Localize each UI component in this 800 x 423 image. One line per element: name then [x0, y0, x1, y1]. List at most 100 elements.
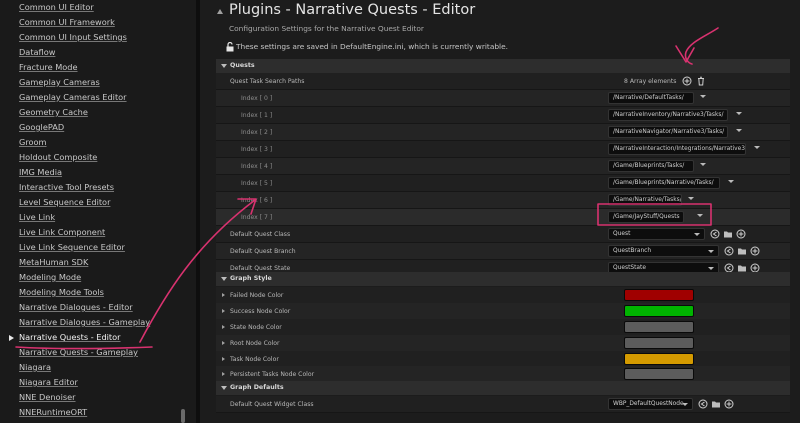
index-label: Index [ 5 ] — [241, 180, 273, 187]
expand-arrow-icon[interactable] — [222, 372, 225, 376]
color-swatch[interactable] — [624, 337, 694, 349]
use-selected-icon[interactable] — [698, 399, 708, 409]
sidebar-item[interactable]: Fracture Mode — [19, 62, 78, 72]
index-label: Index [ 0 ] — [241, 95, 273, 102]
sidebar-item[interactable]: Common UI Framework — [19, 17, 115, 27]
sidebar-item[interactable]: Level Sequence Editor — [19, 197, 110, 207]
sidebar-item[interactable]: Common UI Editor — [19, 2, 94, 12]
sidebar-item[interactable]: Live Link — [19, 212, 55, 222]
sidebar-item[interactable]: NNE Denoiser — [19, 392, 76, 402]
color-swatch[interactable] — [624, 353, 694, 365]
sidebar-item[interactable]: Live Link Component — [19, 227, 105, 237]
color-swatch[interactable] — [624, 368, 694, 380]
sidebar-item[interactable]: Gameplay Cameras Editor — [19, 92, 127, 102]
sidebar-item[interactable]: Narrative Dialogues - Editor — [19, 302, 133, 312]
chevron-down-icon — [708, 250, 714, 253]
chevron-down-icon[interactable] — [754, 146, 760, 149]
section-graph-defaults[interactable]: Graph Defaults — [216, 381, 790, 395]
selected-arrow-icon — [9, 335, 14, 341]
chevron-down-icon[interactable] — [688, 197, 694, 200]
class-picker[interactable]: Quest — [608, 228, 705, 240]
browse-folder-icon[interactable] — [737, 246, 747, 256]
class-picker-value: QuestBranch — [613, 248, 652, 254]
array-element-row: Index [ 5 ] /Game/Blueprints/Narrative/T… — [216, 175, 790, 192]
path-field[interactable]: /NarrativeInteraction/Integrations/Narra… — [608, 143, 746, 155]
sidebar-item[interactable]: Groom — [19, 137, 47, 147]
chevron-down-icon[interactable] — [736, 129, 742, 132]
sidebar-item[interactable]: Niagara — [19, 362, 51, 372]
add-new-icon[interactable] — [736, 229, 746, 239]
array-count: 8 Array elements — [624, 78, 677, 85]
sidebar-item[interactable]: Interactive Tool Presets — [19, 182, 114, 192]
class-picker[interactable]: QuestBranch — [608, 245, 719, 257]
path-field[interactable]: /Game/Blueprints/Narrative/Tasks/ — [608, 177, 720, 189]
sidebar-item[interactable]: Live Link Sequence Editor — [19, 242, 125, 252]
settings-panel: Plugins - Narrative Quests - Editor Conf… — [200, 0, 800, 423]
use-selected-icon[interactable] — [710, 229, 720, 239]
section-label: Graph Defaults — [230, 384, 284, 391]
sidebar-item[interactable]: Narrative Dialogues - Gameplay — [19, 317, 150, 327]
sidebar-item[interactable]: NNERuntimeORT — [19, 407, 87, 417]
sidebar-item[interactable]: Gameplay Cameras — [19, 77, 100, 87]
collapse-arrow-icon[interactable] — [217, 9, 223, 14]
property-label: Default Quest Branch — [230, 248, 296, 255]
expand-arrow-icon — [221, 386, 227, 390]
expand-arrow-icon[interactable] — [222, 357, 225, 361]
add-new-icon[interactable] — [724, 399, 734, 409]
section-label: Quests — [230, 62, 255, 69]
property-label: Root Node Color — [230, 340, 280, 347]
add-element-icon[interactable] — [682, 76, 692, 86]
section-quests[interactable]: Quests — [216, 59, 790, 73]
color-swatch[interactable] — [624, 321, 694, 333]
class-picker-value: WBP_DefaultQuestNode — [613, 401, 684, 407]
expand-arrow-icon[interactable] — [222, 309, 225, 313]
index-label: Index [ 4 ] — [241, 163, 273, 170]
sidebar-item[interactable]: Modeling Mode — [19, 272, 81, 282]
expand-arrow-icon[interactable] — [222, 293, 225, 297]
trash-icon[interactable] — [696, 76, 706, 86]
index-label: Index [ 6 ] — [241, 197, 273, 204]
color-row: Failed Node Color — [216, 287, 790, 304]
path-field[interactable]: /Game/Narrative/Tasks/ — [608, 194, 682, 206]
default-quest-widget-row: Default Quest Widget Class WBP_DefaultQu… — [216, 396, 790, 413]
index-label: Index [ 7 ] — [241, 214, 273, 221]
color-swatch[interactable] — [624, 305, 694, 317]
chevron-down-icon[interactable] — [700, 95, 706, 98]
path-field[interactable]: /Game/Blueprints/Tasks/ — [608, 160, 694, 172]
sidebar-item[interactable]: Niagara Editor — [19, 377, 78, 387]
path-field[interactable]: /Narrative/DefaultTasks/ — [608, 92, 694, 104]
property-label: Quest Task Search Paths — [230, 78, 305, 85]
class-picker[interactable]: WBP_DefaultQuestNode — [608, 398, 693, 410]
expand-arrow-icon[interactable] — [222, 325, 225, 329]
sidebar-scrollbar[interactable] — [181, 409, 185, 423]
sidebar-item-narrative-quests-editor[interactable]: Narrative Quests - Editor — [19, 332, 121, 342]
sidebar-item[interactable]: Geometry Cache — [19, 107, 88, 117]
color-swatch[interactable] — [624, 289, 694, 301]
sidebar-item[interactable]: Dataflow — [19, 47, 55, 57]
array-element-row: Index [ 6 ] /Game/Narrative/Tasks/ — [216, 192, 790, 209]
browse-folder-icon[interactable] — [711, 399, 721, 409]
array-element-row: Index [ 0 ] /Narrative/DefaultTasks/ — [216, 90, 790, 107]
sidebar-item[interactable]: Modeling Mode Tools — [19, 287, 104, 297]
chevron-down-icon[interactable] — [728, 180, 734, 183]
path-field[interactable]: /NarrativeNavigator/Narrative3/Tasks/ — [608, 126, 728, 138]
expand-arrow-icon[interactable] — [222, 341, 225, 345]
chevron-down-icon[interactable] — [700, 163, 706, 166]
sidebar-item[interactable]: IMG Media — [19, 167, 62, 177]
property-label: Default Quest Class — [230, 231, 291, 238]
sidebar-item[interactable]: Narrative Quests - Gameplay — [19, 347, 138, 357]
path-field[interactable]: /Game/JayStuff/Quests — [608, 211, 684, 223]
property-label: Failed Node Color — [230, 292, 284, 299]
path-field[interactable]: /NarrativeInventory/Narrative3/Tasks/ — [608, 109, 728, 121]
use-selected-icon[interactable] — [724, 246, 734, 256]
expand-arrow-icon — [221, 277, 227, 281]
sidebar-item[interactable]: MetaHuman SDK — [19, 257, 88, 267]
browse-folder-icon[interactable] — [723, 229, 733, 239]
sidebar-item[interactable]: Common UI Input Settings — [19, 32, 127, 42]
chevron-down-icon[interactable] — [697, 214, 703, 217]
sidebar-item[interactable]: GooglePAD — [19, 122, 64, 132]
section-graph-style[interactable]: Graph Style — [216, 272, 790, 286]
add-new-icon[interactable] — [750, 246, 760, 256]
chevron-down-icon[interactable] — [736, 112, 742, 115]
sidebar-item[interactable]: Holdout Composite — [19, 152, 97, 162]
